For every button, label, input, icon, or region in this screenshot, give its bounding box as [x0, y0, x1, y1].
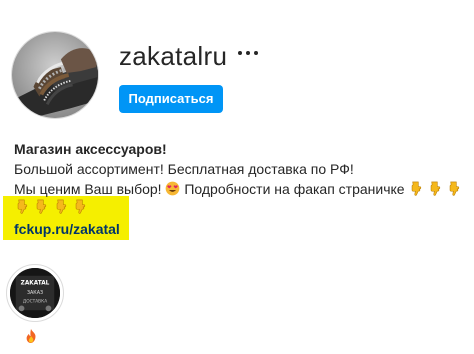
pointing-down-icon [53, 199, 68, 214]
fire-icon [24, 328, 44, 346]
bio-link[interactable]: fckup.ru/zakatal [14, 219, 120, 239]
hands-row-2 [14, 199, 87, 219]
smiling-face-heart-eyes-icon [165, 181, 180, 196]
pointing-down-icon [408, 181, 423, 196]
story-highlight-cover: ZAKATAL ЗАКАЗ ДОСТАВКА [10, 268, 60, 318]
bio-line-1: Большой ассортимент! Бесплатная доставка… [14, 161, 354, 177]
story-cover-line-2: ДОСТАВКА [23, 299, 47, 305]
story-cover-title: ZAKATAL [21, 280, 50, 286]
bio-line-2: Мы ценим Ваш выбор! Подробности на факап… [14, 179, 464, 199]
avatar-image [12, 32, 98, 118]
bio-line-2-after: Подробности на факап страничке [184, 181, 405, 197]
more-horizontal-icon[interactable] [236, 44, 260, 64]
profile-username: zakatalru [119, 41, 228, 71]
bio-line-2-text: Мы ценим Ваш выбор! [14, 181, 162, 197]
pointing-down-icon [72, 199, 87, 214]
profile-avatar[interactable] [11, 31, 99, 119]
pointing-down-icon [446, 181, 461, 196]
dot-icon [246, 51, 250, 55]
dot-icon [254, 51, 258, 55]
bio-title: Магазин аксессуаров! [14, 141, 167, 157]
hands-row-1 [408, 179, 461, 199]
story-cover-line-1: ЗАКАЗ [27, 290, 43, 296]
follow-button[interactable]: Подписаться [119, 85, 223, 113]
story-highlight[interactable]: ZAKATAL ЗАКАЗ ДОСТАВКА [6, 264, 64, 322]
profile-page: zakatalru Подписаться Магазин аксессуаро… [0, 0, 474, 354]
pointing-down-icon [14, 199, 29, 214]
pointing-down-icon [427, 181, 442, 196]
profile-bio: Магазин аксессуаров! Большой ассортимент… [14, 139, 464, 199]
pointing-down-icon [33, 199, 48, 214]
dot-icon [238, 51, 242, 55]
